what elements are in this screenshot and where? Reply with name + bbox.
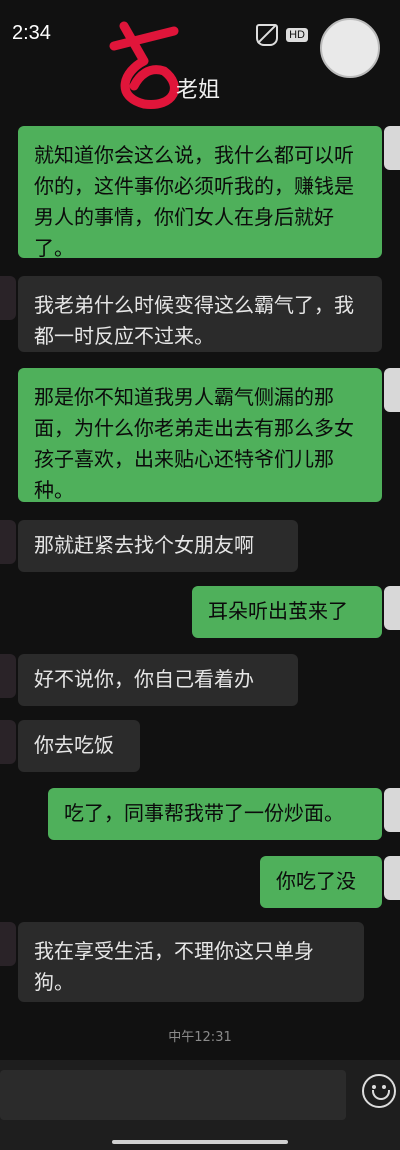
contact-avatar[interactable] [0, 922, 16, 966]
contact-avatar[interactable] [0, 276, 16, 320]
message-bubble-sent[interactable]: 就知道你会这么说，我什么都可以听你的，这件事你必须听我的，赚钱是男人的事情，你们… [18, 126, 382, 260]
contact-avatar[interactable] [0, 520, 16, 564]
status-time: 2:34 [12, 22, 51, 44]
my-avatar[interactable] [384, 586, 400, 630]
message-bubble-sent[interactable]: 你吃了没 [260, 856, 382, 908]
status-bar: 2:34 HD [0, 0, 400, 78]
message-bubble-received[interactable]: 你去吃饭 [18, 720, 140, 772]
hd-icon: HD [286, 28, 308, 42]
my-avatar[interactable] [384, 126, 400, 170]
message-bubble-received[interactable]: 那就赶紧去找个女朋友啊 [18, 520, 298, 572]
message-input[interactable] [0, 1070, 346, 1120]
my-avatar[interactable] [384, 368, 400, 412]
chat-title: 老姐 [176, 78, 221, 103]
my-avatar[interactable] [384, 856, 400, 900]
message-bubble-received[interactable]: 好不说你，你自己看着办 [18, 654, 298, 706]
home-indicator[interactable] [112, 1140, 288, 1144]
watermark-logo [320, 18, 380, 78]
message-bubble-sent[interactable]: 耳朵听出茧来了 [192, 586, 382, 638]
contact-avatar[interactable] [0, 720, 16, 764]
my-avatar[interactable] [384, 788, 400, 832]
message-bubble-received[interactable]: 我老弟什么时候变得这么霸气了，我都一时反应不过来。 [18, 276, 382, 352]
message-timestamp: 中午12:31 [168, 1030, 232, 1045]
emoji-icon[interactable] [362, 1074, 396, 1108]
contact-avatar[interactable] [0, 654, 16, 698]
message-bubble-sent[interactable]: 那是你不知道我男人霸气侧漏的那面，为什么你老弟走出去有那么多女孩子喜欢，出来贴心… [18, 368, 382, 502]
input-bar [0, 1060, 400, 1150]
status-icons: HD [256, 24, 308, 46]
mute-icon [256, 24, 279, 46]
message-bubble-received[interactable]: 我在享受生活，不理你这只单身狗。 [18, 922, 364, 1002]
message-bubble-sent[interactable]: 吃了，同事帮我带了一份炒面。 [48, 788, 382, 840]
